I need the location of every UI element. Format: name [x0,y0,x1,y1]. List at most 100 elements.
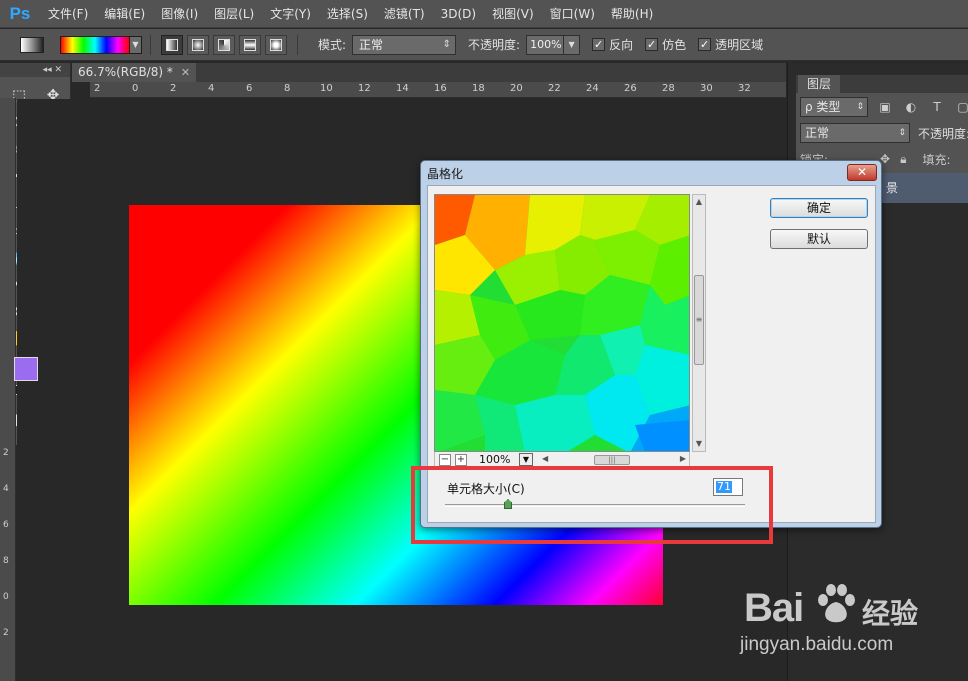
ruler-label: 22 [548,83,561,94]
scroll-down-icon[interactable]: ▼ [693,437,705,451]
menu-3d[interactable]: 3D(D) [433,7,484,21]
lock-all-icon[interactable]: 🔒︎ [900,152,906,167]
fill-label: 填充: [922,152,951,167]
scroll-thumb[interactable]: ≡ [694,275,704,365]
mode-select[interactable]: 正常 [352,34,457,55]
radial-gradient-button[interactable] [187,34,209,55]
vertical-ruler: 2 4 6 8 0 2 [0,98,16,681]
menu-bar: Ps 文件(F) 编辑(E) 图像(I) 图层(L) 文字(Y) 选择(S) 滤… [0,0,968,28]
ruler-label: 2 [3,448,9,458]
menu-help[interactable]: 帮助(H) [603,5,661,22]
menu-view[interactable]: 视图(V) [484,5,542,22]
close-tab-icon[interactable]: ✕ [181,66,190,79]
document-tab-title: 66.7%(RGB/8) * [78,65,173,79]
default-button[interactable]: 默认 [770,229,868,249]
dither-checkbox[interactable]: ✓ 仿色 [645,36,686,53]
gradient-dropdown-icon[interactable]: ▼ [130,35,142,54]
ruler-label: 0 [132,83,139,94]
baidu-jingyan-watermark: Bai 经验 jingyan.baidu.com [740,578,960,678]
ruler-label: 26 [624,83,637,94]
zoom-out-button[interactable]: − [439,453,451,466]
zoom-dropdown-icon[interactable]: ▼ [519,453,533,466]
ruler-label: 4 [208,83,215,94]
watermark-brand: Bai [744,586,804,630]
ruler-label: 32 [738,83,751,94]
scroll-right-icon[interactable]: ▶ [680,454,686,463]
tab-layers[interactable]: 图层 [798,75,840,93]
menu-layer[interactable]: 图层(L) [206,5,262,22]
ruler-label: 4 [3,484,9,494]
linear-gradient-button[interactable] [161,34,183,55]
ruler-label: 18 [472,83,485,94]
shape-filter-icon[interactable]: ▢ [954,100,968,114]
check-icon: ✓ [645,38,659,51]
menu-image[interactable]: 图像(I) [153,5,206,22]
preview-vertical-scrollbar[interactable]: ▲ ≡ ▼ [692,194,706,452]
reverse-checkbox[interactable]: ✓ 反向 [592,36,633,53]
foreground-color-swatch[interactable] [14,357,38,381]
gradient-picker[interactable] [60,35,130,54]
ruler-label: 14 [396,83,409,94]
ruler-label: 10 [320,83,333,94]
opacity-input[interactable]: 100% [526,34,565,55]
tool-preset-picker[interactable] [20,36,44,53]
ruler-label: 28 [662,83,675,94]
opacity-label: 不透明度: [468,38,521,52]
adjustment-filter-icon[interactable]: ◐ [902,100,920,114]
menu-file[interactable]: 文件(F) [40,5,96,22]
ruler-label: 2 [170,83,177,94]
scroll-up-icon[interactable]: ▲ [693,195,705,209]
mode-label: 模式: [318,38,347,52]
image-filter-icon[interactable]: ▣ [876,100,894,114]
check-icon: ✓ [698,38,712,51]
ruler-label: 0 [3,592,9,602]
options-bar: ▼ 模式: 正常 不透明度: 100% ▼ ✓反向 ✓仿色 ✓透明区域 [0,29,968,61]
watermark-url: jingyan.baidu.com [740,634,894,655]
scroll-thumb[interactable]: ||| [594,455,630,465]
ruler-label: 2 [94,83,101,94]
ruler-label: 20 [510,83,523,94]
scroll-left-icon[interactable]: ◀ [542,454,548,463]
photoshop-logo: Ps [9,3,31,23]
type-filter-icon[interactable]: T [928,100,946,114]
menu-edit[interactable]: 编辑(E) [96,5,153,22]
watermark-brand-cn: 经验 [862,597,919,630]
transparency-label: 透明区域 [715,38,764,52]
layer-name: 景 [886,181,899,195]
diamond-gradient-button[interactable] [265,34,287,55]
document-tab-bar: 66.7%(RGB/8) * ✕ [72,63,786,82]
document-tab[interactable]: 66.7%(RGB/8) * ✕ [72,63,197,82]
layer-opacity-label: 不透明度: [918,126,968,141]
menu-filter[interactable]: 滤镜(T) [376,5,433,22]
panel-tab-bar: 图层 [796,75,968,93]
ruler-label: 6 [3,520,9,530]
layer-filter-select[interactable]: ρ 类型 [800,97,868,117]
dither-label: 仿色 [662,38,687,52]
ruler-label: 8 [3,556,9,566]
menu-window[interactable]: 窗口(W) [542,5,603,22]
reverse-label: 反向 [609,38,634,52]
ruler-label: 6 [246,83,253,94]
filter-preview[interactable] [434,194,690,452]
angle-gradient-button[interactable] [213,34,235,55]
divider [150,34,151,55]
ruler-label: 8 [284,83,291,94]
zoom-value: 100% [479,453,511,466]
crystallize-preview-image [435,195,689,451]
baidu-paw-icon [818,584,855,623]
preview-horizontal-scrollbar[interactable]: ◀ ||| ▶ [542,454,690,466]
zoom-in-button[interactable]: + [455,453,467,466]
transparency-checkbox[interactable]: ✓ 透明区域 [698,36,763,53]
opacity-dropdown-icon[interactable]: ▼ [564,34,581,55]
ruler-label: 16 [434,83,447,94]
ruler-label: 30 [700,83,713,94]
ruler-label: 2 [3,628,9,638]
close-icon[interactable]: ✕ [847,164,877,181]
blend-mode-select[interactable]: 正常 [800,123,910,143]
reflected-gradient-button[interactable] [239,34,261,55]
ok-button[interactable]: 确定 [770,198,868,218]
annotation-highlight-box [411,466,773,544]
menu-type[interactable]: 文字(Y) [262,5,319,22]
toolbox-collapse-icon[interactable]: ◂◂ ✕ [0,63,70,77]
menu-select[interactable]: 选择(S) [319,5,376,22]
